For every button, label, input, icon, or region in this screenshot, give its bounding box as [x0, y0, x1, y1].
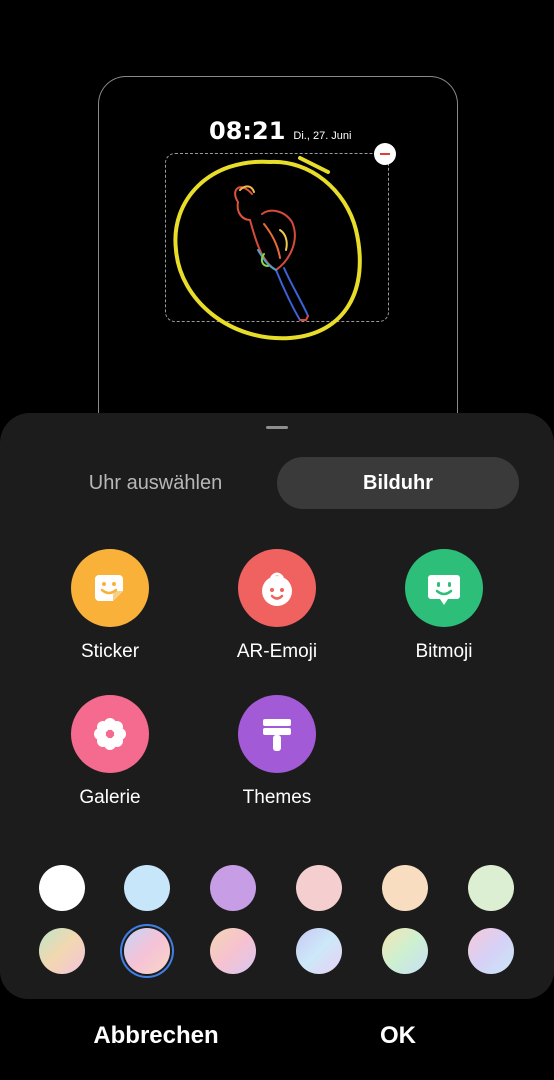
option-label: AR-Emoji: [236, 641, 318, 662]
tab-image-clock[interactable]: Bilduhr: [277, 457, 519, 509]
option-sticker[interactable]: Sticker: [50, 549, 170, 663]
bitmoji-icon: [405, 549, 483, 627]
remove-sticker-button[interactable]: [374, 143, 396, 165]
swatch-gradient-3[interactable]: [210, 928, 256, 974]
tab-select-clock[interactable]: Uhr auswählen: [34, 457, 277, 509]
ok-button[interactable]: OK: [298, 1022, 498, 1050]
option-gallery[interactable]: Galerie: [50, 695, 170, 809]
preview-time: 08:21: [209, 117, 286, 145]
option-themes[interactable]: Themes: [217, 695, 337, 809]
clock-style-sheet: Uhr auswählen Bilduhr Sticker AR-Emoji B…: [0, 413, 554, 999]
option-ar-emoji[interactable]: AR-Emoji: [217, 549, 337, 663]
swatch-mint[interactable]: [468, 865, 514, 911]
option-label: Themes: [242, 787, 312, 808]
swatch-peach[interactable]: [382, 865, 428, 911]
swatch-gradient-4[interactable]: [296, 928, 342, 974]
cancel-button[interactable]: Abbrechen: [56, 1022, 256, 1050]
option-label: Bitmoji: [415, 641, 473, 662]
preview-date: Di., 27. Juni: [293, 130, 352, 142]
parrot-sticker[interactable]: [160, 150, 380, 350]
swatch-light-blue[interactable]: [124, 865, 170, 911]
face-icon: [238, 549, 316, 627]
sheet-handle[interactable]: [266, 426, 288, 429]
swatch-gradient-1[interactable]: [39, 928, 85, 974]
option-label: Sticker: [80, 641, 140, 662]
option-label: Galerie: [79, 787, 141, 808]
option-bitmoji[interactable]: Bitmoji: [384, 549, 504, 663]
swatch-white[interactable]: [39, 865, 85, 911]
highlight-circle: [173, 159, 362, 341]
swatch-gradient-6[interactable]: [468, 928, 514, 974]
swatch-pink[interactable]: [296, 865, 342, 911]
swatch-gradient-5[interactable]: [382, 928, 428, 974]
brush-icon: [238, 695, 316, 773]
preview-clock: 08:21 Di., 27. Juni: [209, 117, 352, 145]
sticker-icon: [71, 549, 149, 627]
swatch-lavender[interactable]: [210, 865, 256, 911]
swatch-gradient-2[interactable]: [124, 928, 170, 974]
clock-type-tabs: Uhr auswählen Bilduhr: [34, 457, 520, 509]
flower-icon: [71, 695, 149, 773]
